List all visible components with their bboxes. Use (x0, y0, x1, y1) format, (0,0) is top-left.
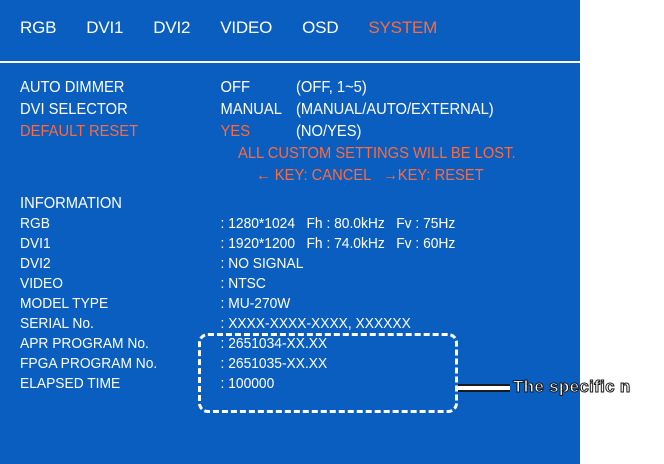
info-value: : NO SIGNAL (220, 255, 304, 272)
menu-item-dvi1[interactable]: DVI1 (86, 18, 123, 48)
highlight-dashed-box (198, 333, 458, 413)
info-label: VIDEO (20, 275, 63, 292)
info-value: : 1920*1200 Fh : 74.0kHz Fv : 60Hz (220, 235, 456, 252)
setting-label: AUTO DIMMER (20, 79, 125, 96)
osd-menu-bar: RGB DVI1 DVI2 VIDEO OSD SYSTEM (20, 18, 467, 48)
menu-item-dvi2[interactable]: DVI2 (153, 18, 190, 48)
reset-warning: ALL CUSTOM SETTINGS WILL BE LOST. (238, 145, 516, 162)
setting-options: (NO/YES) (296, 123, 362, 140)
setting-value: MANUAL (220, 101, 282, 118)
info-label: FPGA PROGRAM No. (20, 355, 158, 372)
info-label: MODEL TYPE (20, 295, 109, 312)
setting-label: DEFAULT RESET (20, 123, 139, 140)
info-value: : NTSC (220, 275, 266, 292)
callout-leader-line (458, 384, 510, 392)
info-label: ELAPSED TIME (20, 375, 121, 392)
info-label: DVI2 (20, 255, 51, 272)
info-label: SERIAL No. (20, 315, 94, 332)
menu-item-video[interactable]: VIDEO (220, 18, 272, 48)
menu-item-system[interactable]: SYSTEM (368, 18, 437, 48)
info-label: RGB (20, 215, 50, 232)
menu-item-rgb[interactable]: RGB (20, 18, 56, 48)
information-heading: INFORMATION (20, 195, 122, 212)
callout-label: The specific n (513, 377, 631, 397)
reset-key-hint: ← KEY: CANCEL →KEY: RESET (256, 167, 484, 184)
setting-options: (OFF, 1~5) (296, 79, 367, 96)
setting-value: YES (220, 123, 251, 140)
setting-value: OFF (220, 79, 250, 96)
info-value: : XXXX-XXXX-XXXX, XXXXXX (220, 315, 411, 332)
info-value: : MU-270W (220, 295, 291, 312)
info-label: DVI1 (20, 235, 51, 252)
setting-options: (MANUAL/AUTO/EXTERNAL) (296, 101, 494, 118)
info-value: : 1280*1024 Fh : 80.0kHz Fv : 75Hz (220, 215, 456, 232)
setting-label: DVI SELECTOR (20, 101, 128, 118)
menu-item-osd[interactable]: OSD (302, 18, 338, 48)
menu-divider (0, 61, 580, 63)
info-label: APR PROGRAM No. (20, 335, 149, 352)
